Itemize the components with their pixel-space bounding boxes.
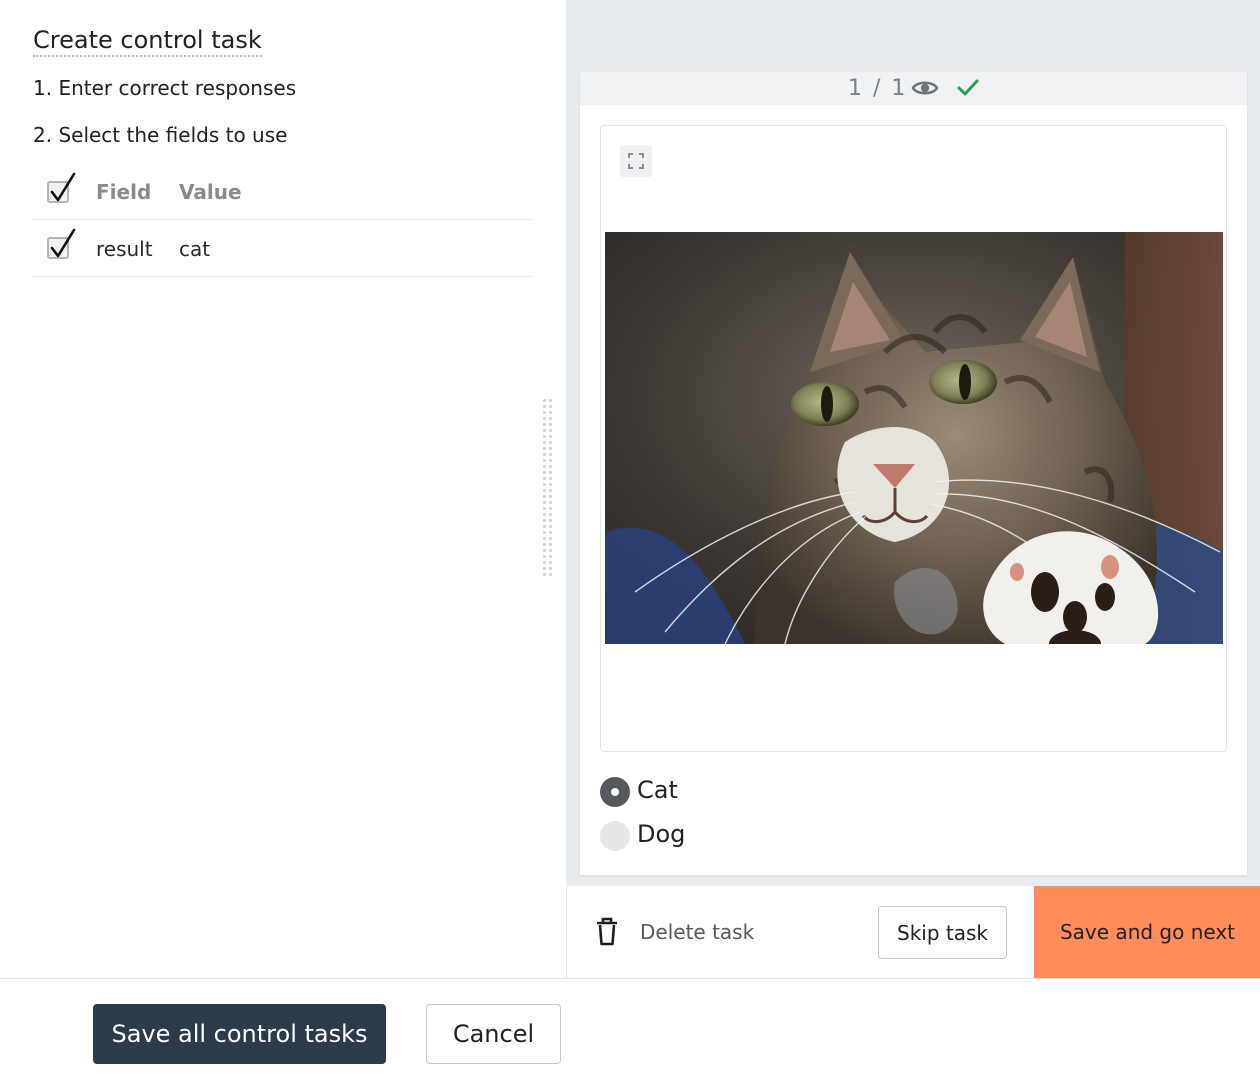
radio-cat[interactable] bbox=[600, 777, 630, 807]
check-icon bbox=[957, 79, 979, 96]
task-action-bar: Delete task Skip task Save and go next bbox=[566, 886, 1260, 978]
task-image bbox=[605, 232, 1223, 644]
eye-icon[interactable] bbox=[911, 78, 939, 98]
cancel-button[interactable]: Cancel bbox=[426, 1004, 561, 1064]
row-field-value: cat bbox=[179, 237, 211, 261]
row-checkbox[interactable] bbox=[47, 228, 76, 259]
checkmark-icon bbox=[50, 228, 76, 258]
task-counter: 1 / 1 bbox=[848, 76, 908, 101]
delete-task-button[interactable]: Delete task bbox=[640, 919, 754, 945]
task-media-container bbox=[600, 125, 1227, 752]
save-all-control-tasks-button[interactable]: Save all control tasks bbox=[93, 1004, 386, 1064]
checkmark-icon bbox=[50, 172, 76, 202]
expand-icon bbox=[628, 153, 644, 169]
row-field-name: result bbox=[96, 237, 153, 261]
table-row: result cat bbox=[33, 220, 531, 277]
footer-bar: Save all control tasks Cancel bbox=[0, 978, 1260, 1080]
column-header-field: Field bbox=[96, 180, 152, 204]
task-preview-panel: 1 / 1 Cat Dog bbox=[566, 0, 1260, 978]
fields-table-header: Field Value bbox=[33, 164, 531, 220]
radio-dog[interactable] bbox=[600, 821, 630, 851]
select-all-checkbox[interactable] bbox=[47, 172, 76, 203]
control-task-panel: Create control task 1. Enter correct res… bbox=[0, 0, 566, 978]
skip-task-button[interactable]: Skip task bbox=[878, 906, 1007, 959]
fields-table: Field Value result cat bbox=[33, 164, 531, 277]
step-select-fields: 2. Select the fields to use bbox=[33, 123, 288, 147]
option-label-dog: Dog bbox=[637, 820, 686, 848]
expand-button[interactable] bbox=[620, 145, 652, 177]
option-label-cat: Cat bbox=[637, 776, 678, 804]
step-enter-responses: 1. Enter correct responses bbox=[33, 76, 297, 100]
task-card-header: 1 / 1 bbox=[580, 72, 1247, 105]
panel-resize-handle[interactable] bbox=[543, 399, 555, 579]
save-and-go-next-button[interactable]: Save and go next bbox=[1034, 886, 1260, 978]
task-card: 1 / 1 Cat Dog bbox=[580, 72, 1247, 875]
trash-icon[interactable] bbox=[595, 917, 619, 947]
page-title: Create control task bbox=[33, 26, 262, 57]
column-header-value: Value bbox=[179, 180, 242, 204]
